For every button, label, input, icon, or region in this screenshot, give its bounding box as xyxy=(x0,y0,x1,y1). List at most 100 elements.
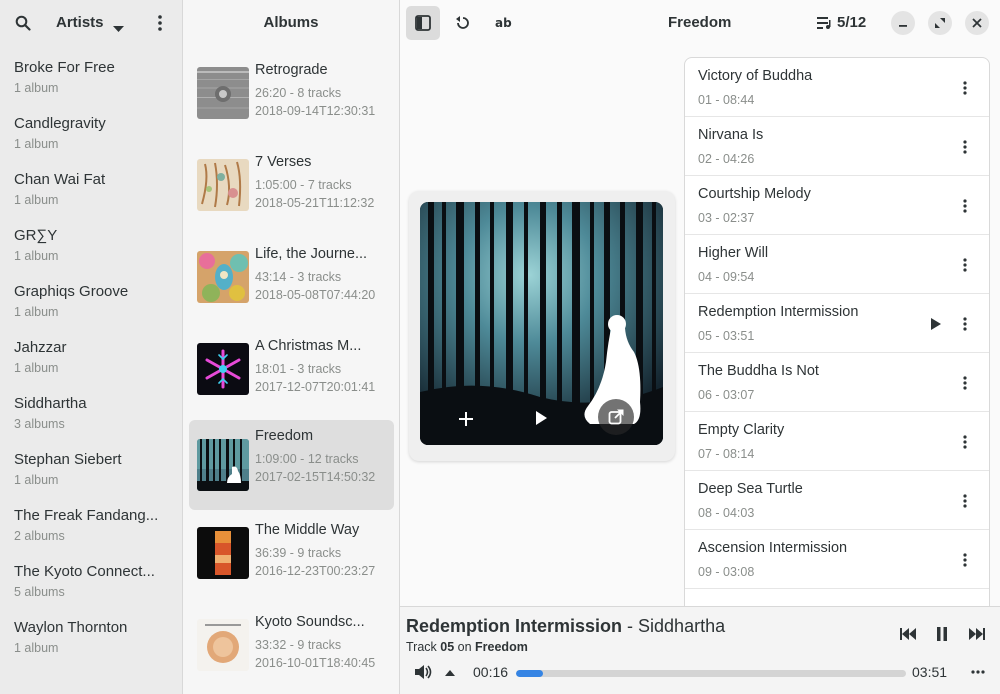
album-title: 7 Verses xyxy=(255,154,312,170)
pause-icon[interactable] xyxy=(931,625,953,643)
track-row[interactable]: Courtship Melody 03 - 02:37 xyxy=(685,176,989,235)
minimize-button[interactable] xyxy=(891,11,915,35)
track-menu-icon[interactable] xyxy=(955,550,975,570)
track-row[interactable]: Deep Sea Turtle 08 - 04:03 xyxy=(685,471,989,530)
track-meta: 04 - 09:54 xyxy=(698,270,755,284)
artist-album-count: 5 albums xyxy=(14,585,65,599)
album-date: 2018-05-21T11:12:32 xyxy=(255,196,375,210)
album-item[interactable]: Kyoto Soundsc... 33:32 - 9 tracks 2016-10… xyxy=(189,608,394,694)
main-pane: ab Freedom 5/12 Victory of Buddha 01 - 0… xyxy=(400,0,1000,606)
track-title: Redemption Intermission xyxy=(698,304,859,320)
track-menu-icon[interactable] xyxy=(955,491,975,511)
queue-position[interactable]: 5/12 xyxy=(817,14,866,31)
lyrics-icon[interactable]: ab xyxy=(486,6,520,40)
artist-item[interactable]: Siddhartha 3 albums xyxy=(0,381,182,437)
album-info: 1:05:00 - 7 tracks xyxy=(255,178,352,192)
close-button[interactable] xyxy=(965,11,989,35)
album-cover xyxy=(197,439,249,491)
album-info: 33:32 - 9 tracks xyxy=(255,638,342,652)
album-item-selected[interactable]: Freedom 1:09:00 - 12 tracks 2017-02-15T14… xyxy=(189,420,394,510)
repeat-icon[interactable] xyxy=(446,6,480,40)
search-icon[interactable] xyxy=(8,8,38,38)
album-info: 36:39 - 9 tracks xyxy=(255,546,342,560)
album-info: 1:09:00 - 12 tracks xyxy=(255,452,359,466)
previous-icon[interactable] xyxy=(897,625,919,643)
artist-album-count: 1 album xyxy=(14,249,59,263)
track-row[interactable]: Ascension Intermission 09 - 03:08 xyxy=(685,530,989,589)
album-cover xyxy=(197,343,249,395)
track-menu-icon[interactable] xyxy=(955,196,975,216)
artist-item[interactable]: The Kyoto Connect... 5 albums xyxy=(0,549,182,605)
artist-item[interactable]: Stephan Siebert 1 album xyxy=(0,437,182,493)
artists-pane: Artists Broke For Free 1 album Candlegrav… xyxy=(0,0,183,694)
track-row[interactable]: Nirvana Is 02 - 04:26 xyxy=(685,117,989,176)
artist-album-count: 1 album xyxy=(14,641,59,655)
track-row[interactable]: The Buddha Is Not 06 - 03:07 xyxy=(685,353,989,412)
album-cover xyxy=(197,159,249,211)
track-menu-icon[interactable] xyxy=(955,314,975,334)
track-menu-icon[interactable] xyxy=(955,432,975,452)
track-menu-icon[interactable] xyxy=(955,255,975,275)
maximize-button[interactable] xyxy=(928,11,952,35)
album-cover xyxy=(197,619,249,671)
artist-name: Waylon Thornton xyxy=(14,619,128,636)
volume-icon[interactable] xyxy=(412,663,434,681)
expand-up-icon[interactable] xyxy=(439,663,461,681)
album-meta: 33:32 - 9 tracks 2016-10-01T18:40:45 xyxy=(255,636,380,672)
artists-header: Artists xyxy=(0,0,182,45)
add-icon[interactable] xyxy=(455,408,477,430)
album-date: 2018-05-08T07:44:20 xyxy=(255,288,376,302)
album-item[interactable]: The Middle Way 36:39 - 9 tracks 2016-12-2… xyxy=(189,516,394,606)
main-header: ab Freedom 5/12 xyxy=(400,0,1000,45)
track-row[interactable]: Victory of Buddha 01 - 08:44 xyxy=(685,58,989,117)
sidebar-toggle-button[interactable] xyxy=(406,6,440,40)
artist-item[interactable]: Jahzzar 1 album xyxy=(0,325,182,381)
album-item[interactable]: Retrograde 26:20 - 8 tracks 2018-09-14T12… xyxy=(189,56,394,146)
artist-item[interactable]: Graphiqs Groove 1 album xyxy=(0,269,182,325)
now-playing-album: Freedom xyxy=(475,640,528,654)
track-row[interactable]: Empty Clarity 07 - 08:14 xyxy=(685,412,989,471)
play-icon[interactable] xyxy=(925,314,945,334)
artist-item[interactable]: Broke For Free 1 album xyxy=(0,45,182,101)
track-menu-icon[interactable] xyxy=(955,137,975,157)
track-meta: 01 - 08:44 xyxy=(698,93,755,107)
artists-title[interactable]: Artists xyxy=(56,14,104,31)
track-list: Victory of Buddha 01 - 08:44 Nirvana Is 02… xyxy=(684,57,990,606)
album-cover xyxy=(197,67,249,119)
total-time: 03:51 xyxy=(912,664,948,680)
track-row[interactable]: Higher Will 04 - 09:54 xyxy=(685,235,989,294)
artist-name: Chan Wai Fat xyxy=(14,171,106,188)
album-item[interactable]: A Christmas M... 18:01 - 3 tracks 2017-12… xyxy=(189,332,394,422)
album-date: 2016-12-23T00:23:27 xyxy=(255,564,376,578)
album-item[interactable]: 7 Verses 1:05:00 - 7 tracks 2018-05-21T11… xyxy=(189,148,394,238)
artist-item[interactable]: The Freak Fandang... 2 albums xyxy=(0,493,182,549)
track-row-playing[interactable]: Redemption Intermission 05 - 03:51 xyxy=(685,294,989,353)
track-number: 05 xyxy=(440,640,455,654)
play-icon[interactable] xyxy=(530,407,552,429)
artist-item[interactable]: Chan Wai Fat 1 album xyxy=(0,157,182,213)
artist-name: GR∑Y xyxy=(14,227,58,244)
artist-item[interactable]: Waylon Thornton 1 album xyxy=(0,605,182,661)
track-menu-icon[interactable] xyxy=(955,373,975,393)
albums-pane: Albums Retrograde 26:20 - 8 tracks 2018-0… xyxy=(183,0,400,694)
menu-icon[interactable] xyxy=(145,8,175,38)
artist-album-count: 1 album xyxy=(14,305,59,319)
on-word: on xyxy=(454,640,476,654)
now-playing-title: Redemption Intermission xyxy=(406,616,623,636)
artist-name: Graphiqs Groove xyxy=(14,283,129,300)
progress-bar[interactable] xyxy=(516,670,906,677)
queue-icon xyxy=(817,16,831,29)
track-menu-icon[interactable] xyxy=(955,78,975,98)
artist-item[interactable]: GR∑Y 1 album xyxy=(0,213,182,269)
album-info: 18:01 - 3 tracks xyxy=(255,362,342,376)
more-options-icon[interactable] xyxy=(967,663,989,681)
artist-name: Candlegravity xyxy=(14,115,106,132)
album-item[interactable]: Life, the Journe... 43:14 - 3 tracks 2018… xyxy=(189,240,394,330)
next-icon[interactable] xyxy=(966,625,988,643)
album-meta: 1:05:00 - 7 tracks 2018-05-21T11:12:32 xyxy=(255,176,380,212)
track-prefix: Track xyxy=(406,640,441,654)
artist-item[interactable]: Candlegravity 1 album xyxy=(0,101,182,157)
open-external-icon[interactable] xyxy=(598,399,634,435)
chevron-down-icon[interactable] xyxy=(113,20,124,38)
album-info: 26:20 - 8 tracks xyxy=(255,86,342,100)
